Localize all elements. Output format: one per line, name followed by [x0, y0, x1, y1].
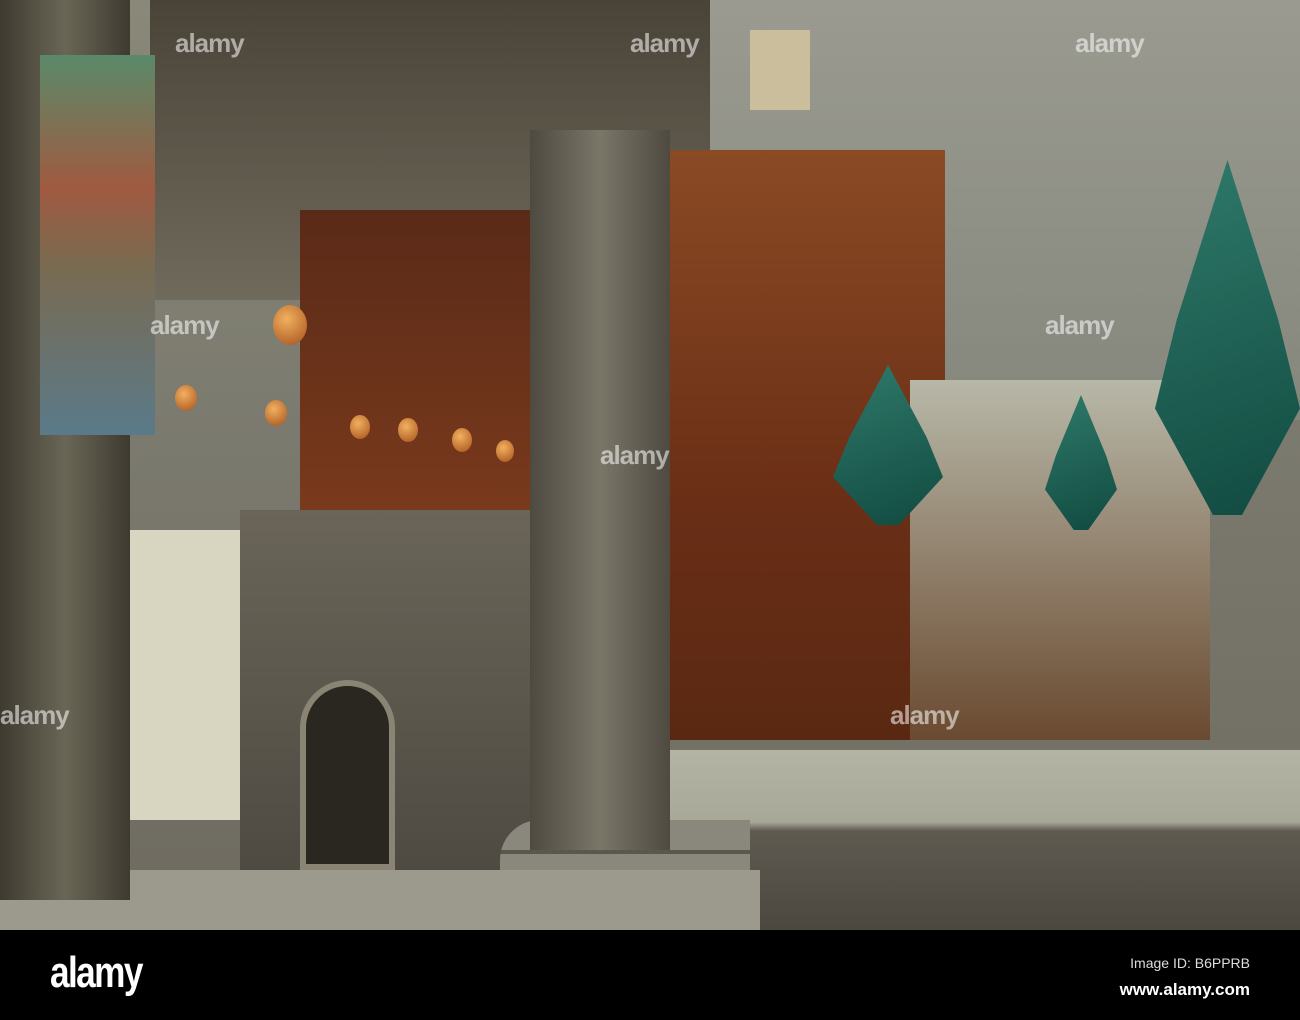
watermark: alamy — [1075, 28, 1145, 58]
watermark: alamy — [0, 700, 70, 730]
hanging-lamp — [452, 428, 472, 452]
image-id: Image ID: B6PPRB — [1130, 955, 1250, 971]
left-chapel — [120, 530, 245, 820]
hanging-lamp — [175, 385, 197, 411]
window — [750, 30, 810, 110]
right-alcove — [910, 380, 1210, 740]
hanging-lamp — [273, 305, 307, 345]
watermark: alamy — [600, 440, 670, 470]
hanging-lamp — [496, 440, 514, 462]
watermark: alamy — [890, 700, 960, 730]
watermark: alamy — [175, 28, 245, 58]
hanging-lamp — [350, 415, 370, 439]
alamy-logo: alamy — [50, 948, 143, 997]
watermark: alamy — [150, 310, 220, 340]
screen-upper — [300, 210, 540, 520]
photo: alamy alamy alamy alamy alamy alamy alam… — [0, 0, 1300, 930]
hanging-lamp — [265, 400, 287, 426]
watermark: alamy — [630, 28, 700, 58]
icon-painting — [40, 55, 155, 435]
site-url: www.alamy.com — [1119, 980, 1250, 999]
hanging-lamp — [398, 418, 418, 442]
watermark: alamy — [1045, 310, 1115, 340]
doorway — [300, 680, 395, 870]
center-column — [530, 130, 670, 850]
footer-bar — [0, 930, 1300, 1020]
